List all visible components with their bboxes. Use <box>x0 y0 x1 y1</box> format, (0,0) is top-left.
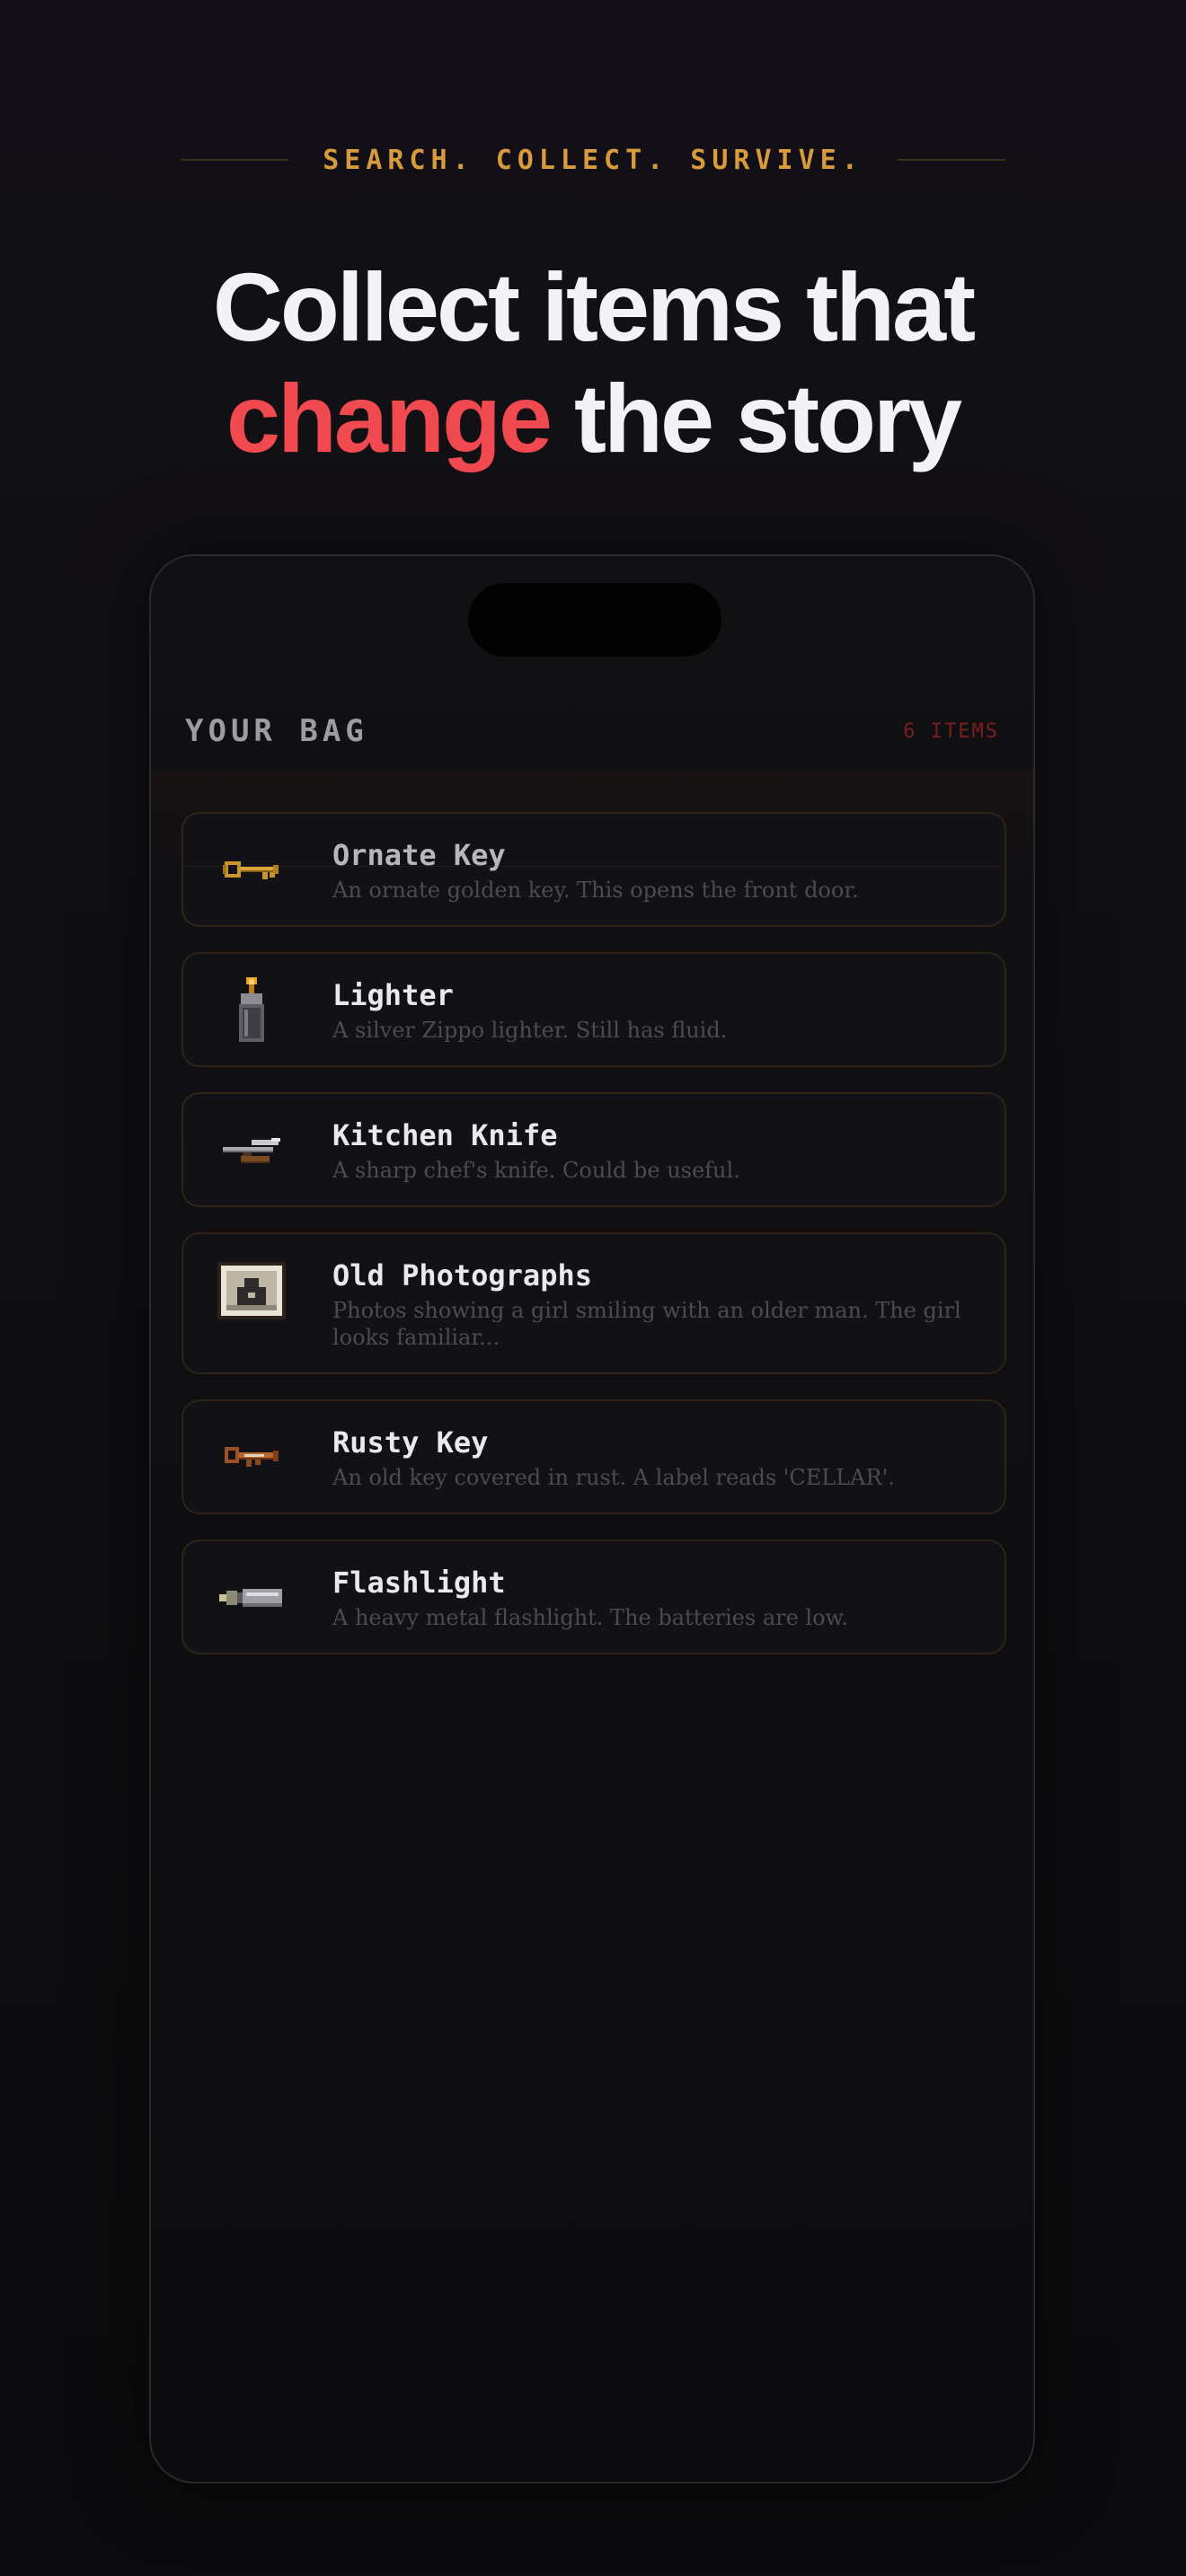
headline-line-1: Collect items that <box>212 252 976 361</box>
tagline-row: SEARCH. COLLECT. SURVIVE. <box>0 142 1186 178</box>
item-description: An ornate golden key. This opens the fro… <box>332 878 859 903</box>
item-name: Kitchen Knife <box>332 1118 558 1152</box>
item-name: Ornate Key <box>332 838 506 872</box>
inventory-item-rusty-key[interactable]: Rusty Key An old key covered in rust. A … <box>181 1399 1006 1514</box>
bag-title: YOUR BAG <box>185 713 368 749</box>
bag-item-count: 6 ITEMS <box>903 719 999 743</box>
item-description: A heavy metal flashlight. The batteries … <box>332 1605 848 1630</box>
headline-rest: the story <box>550 364 962 472</box>
headline-accent-word: change <box>226 364 553 472</box>
item-description: A silver Zippo lighter. Still has fluid. <box>332 1018 728 1043</box>
item-name: Rusty Key <box>332 1425 489 1460</box>
item-name: Lighter <box>332 978 454 1012</box>
inventory-item-flashlight[interactable]: Flashlight A heavy metal flashlight. The… <box>181 1539 1006 1654</box>
bag-header: YOUR BAG 6 ITEMS <box>185 709 999 754</box>
item-name: Flashlight <box>332 1566 506 1600</box>
flashlight-icon <box>216 1565 288 1631</box>
phone-frame: YOUR BAG 6 ITEMS Ornate Key An ornate go… <box>149 554 1035 2483</box>
rusty-key-icon <box>216 1425 288 1491</box>
tagline-divider-left <box>181 159 289 161</box>
item-description: An old key covered in rust. A label read… <box>332 1465 895 1490</box>
ornate-key-icon <box>216 837 288 904</box>
page-headline: Collect items that change the story <box>0 251 1186 474</box>
tagline: SEARCH. COLLECT. SURVIVE. <box>323 144 863 176</box>
inventory-item-kitchen-knife[interactable]: Kitchen Knife A sharp chef's knife. Coul… <box>181 1092 1006 1207</box>
inventory-item-ornate-key[interactable]: Ornate Key An ornate golden key. This op… <box>181 812 1006 927</box>
lighter-icon <box>216 977 288 1044</box>
item-name: Old Photographs <box>332 1258 592 1292</box>
inventory-item-old-photographs[interactable]: Old Photographs Photos showing a girl sm… <box>181 1232 1006 1374</box>
photograph-icon <box>216 1257 288 1324</box>
inventory-list: Ornate Key An ornate golden key. This op… <box>181 812 1006 1680</box>
tagline-divider-right <box>897 159 1005 161</box>
inventory-item-lighter[interactable]: Lighter A silver Zippo lighter. Still ha… <box>181 952 1006 1067</box>
item-description: A sharp chef's knife. Could be useful. <box>332 1158 740 1183</box>
dynamic-island <box>468 583 721 657</box>
item-description: Photos showing a girl smiling with an ol… <box>332 1298 961 1350</box>
knife-icon <box>216 1117 288 1184</box>
